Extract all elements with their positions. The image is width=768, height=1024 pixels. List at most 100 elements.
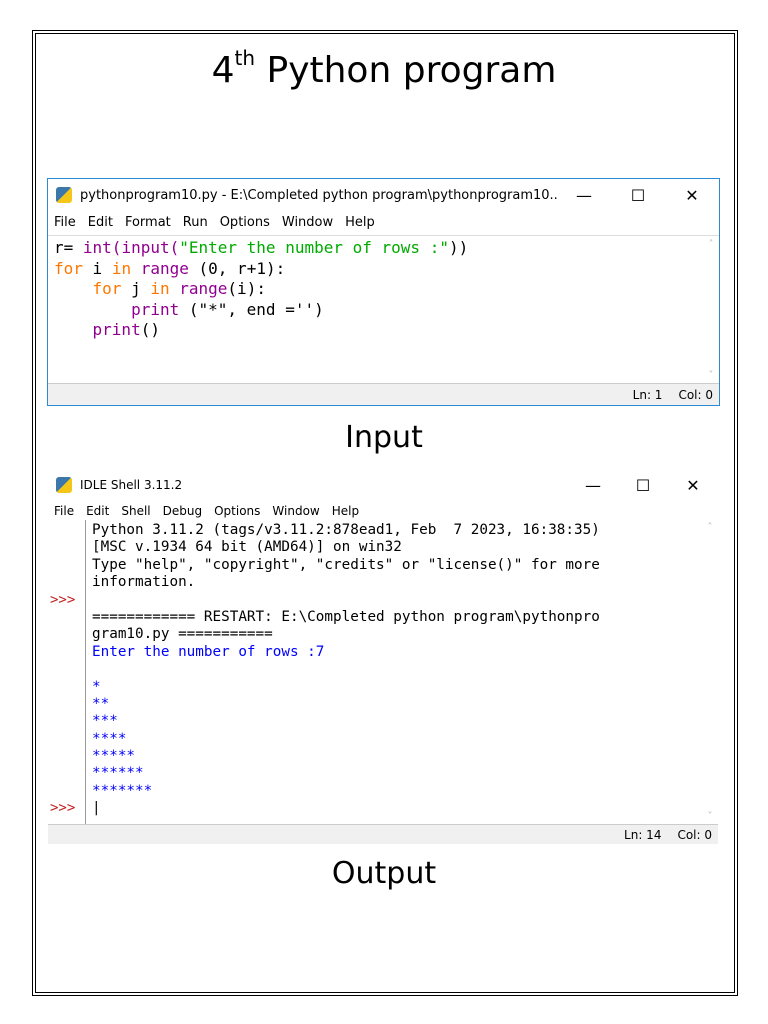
code-token: "Enter the number of rows :" <box>179 238 449 257</box>
shell-line: **** <box>92 730 127 747</box>
shell-line: ============ RESTART: E:\Completed pytho… <box>92 608 600 625</box>
close-button[interactable]: ✕ <box>668 476 718 495</box>
shell-statusbar: Ln: 14 Col: 0 <box>48 824 718 844</box>
menu-help[interactable]: Help <box>332 504 359 518</box>
shell-line: *** <box>92 713 118 730</box>
code-line: for i in range (0, r+1): <box>54 259 713 280</box>
shell-prompt <box>50 748 75 765</box>
shell-prompt <box>50 679 75 696</box>
shell-line: Enter the number of rows :7 <box>92 643 325 660</box>
shell-line: | <box>92 800 101 817</box>
output-caption: Output <box>331 856 437 891</box>
menu-window[interactable]: Window <box>272 504 319 518</box>
maximize-button[interactable]: ☐ <box>611 186 665 205</box>
shell-line: ******* <box>92 782 153 799</box>
code-token: ("*", end ='') <box>179 299 324 319</box>
shell-line: Type "help", "copyright", "credits" or "… <box>92 556 600 573</box>
shell-prompt <box>50 765 75 782</box>
shell-window: IDLE Shell 3.11.2 — ☐ ✕ File Edit Shell Deb… <box>48 470 718 844</box>
menu-file[interactable]: File <box>54 215 76 230</box>
menu-edit[interactable]: Edit <box>88 215 113 230</box>
shell-prompt <box>50 522 75 539</box>
code-line: print() <box>54 320 713 341</box>
code-token: in <box>150 279 170 298</box>
code-token: in <box>111 258 132 278</box>
shell-prompt <box>50 696 75 713</box>
shell-line: ****** <box>92 765 144 782</box>
menu-format[interactable]: Format <box>125 215 171 230</box>
python-shell-icon <box>56 477 72 493</box>
code-token: range <box>179 279 228 298</box>
shell-output[interactable]: Python 3.11.2 (tags/v3.11.2:878ead1, Feb… <box>87 520 702 824</box>
shell-line: ***** <box>92 748 136 765</box>
code-token: range <box>140 258 189 278</box>
shell-line: [MSC v.1934 64 bit (AMD64)] on win32 <box>92 539 402 556</box>
shell-prompt <box>50 644 75 661</box>
input-caption: Input <box>345 420 423 455</box>
code-token: (0, r+1): <box>188 258 286 278</box>
python-file-icon <box>56 187 72 203</box>
editor-statusbar: Ln: 1 Col: 0 <box>48 383 719 405</box>
menu-options[interactable]: Options <box>220 215 270 230</box>
shell-prompt <box>50 713 75 730</box>
code-line: for j in range(i): <box>54 279 713 300</box>
menu-shell[interactable]: Shell <box>121 504 150 518</box>
code-token: int(input( <box>82 238 180 257</box>
window-title: IDLE Shell 3.11.2 <box>80 478 183 492</box>
shell-line: ** <box>92 695 110 712</box>
menu-window[interactable]: Window <box>282 215 333 230</box>
code-token: )) <box>448 238 469 257</box>
shell-line: information. <box>92 574 196 591</box>
code-token: i <box>82 258 112 278</box>
shell-prompt <box>50 661 75 678</box>
close-button[interactable]: ✕ <box>665 186 719 205</box>
code-token: for <box>54 258 83 278</box>
shell-line: gram10.py =========== <box>92 626 273 643</box>
shell-prompt <box>50 574 75 591</box>
code-token: r= <box>54 238 83 257</box>
code-token: for <box>92 279 122 298</box>
shell-prompt <box>50 731 75 748</box>
shell-menubar: File Edit Shell Debug Options Window Help <box>48 500 718 522</box>
menu-edit[interactable]: Edit <box>86 504 109 518</box>
menu-run[interactable]: Run <box>183 215 208 230</box>
editor-scrollbar[interactable]: ˄ ˅ <box>703 239 719 381</box>
page-title: 4th Python program <box>211 46 557 91</box>
shell-prompt: >>> <box>50 591 76 608</box>
shell-prompt: >>> <box>50 800 76 817</box>
shell-prompt <box>50 783 75 800</box>
editor-menubar: File Edit Format Run Options Window Help <box>48 211 719 233</box>
code-token: print <box>131 299 180 319</box>
shell-prompt <box>50 539 75 556</box>
code-token: j <box>121 279 151 298</box>
menu-options[interactable]: Options <box>214 504 260 518</box>
code-token: () <box>140 320 160 339</box>
shell-scrollbar[interactable]: ˄ ˅ <box>702 522 718 822</box>
code-token: print <box>92 320 141 339</box>
menu-help[interactable]: Help <box>345 215 375 230</box>
editor-window: pythonprogram10.py - E:\Completed python… <box>47 178 720 406</box>
shell-prompt <box>50 609 75 626</box>
code-line: r= int(input("Enter the number of rows :… <box>54 238 713 259</box>
code-token: (i): <box>227 279 266 298</box>
code-editor[interactable]: r= int(input("Enter the number of rows :… <box>48 235 719 383</box>
minimize-button[interactable]: — <box>568 476 618 495</box>
shell-titlebar: IDLE Shell 3.11.2 — ☐ ✕ <box>48 470 718 500</box>
shell-prompt <box>50 557 75 574</box>
shell-line: * <box>92 678 101 695</box>
shell-prompt <box>50 626 75 643</box>
menu-debug[interactable]: Debug <box>163 504 202 518</box>
menu-file[interactable]: File <box>54 504 74 518</box>
prompt-column: >>> >>> <box>50 522 75 818</box>
minimize-button[interactable]: — <box>557 186 611 205</box>
maximize-button[interactable]: ☐ <box>618 476 668 495</box>
editor-titlebar: pythonprogram10.py - E:\Completed python… <box>48 179 719 211</box>
code-line: print ("*", end ='') <box>54 300 713 321</box>
